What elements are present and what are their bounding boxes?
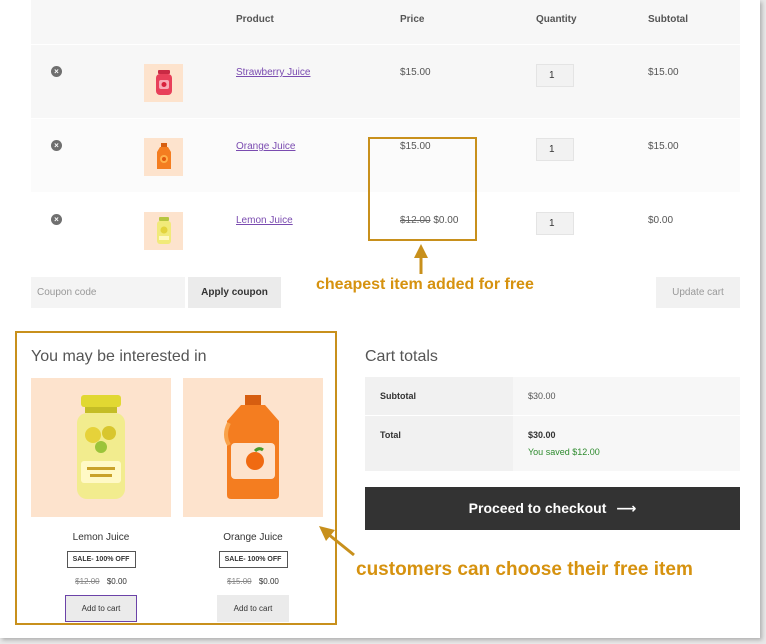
product-name[interactable]: Lemon Juice — [31, 532, 171, 543]
product-image[interactable] — [31, 378, 171, 517]
proceed-to-checkout-button[interactable]: Proceed to checkout ⟶ — [365, 487, 740, 530]
subtotal-label: Subtotal — [365, 377, 513, 415]
product-image[interactable] — [183, 378, 323, 517]
related-products-title: You may be interested in — [31, 348, 207, 365]
sale-price: $0.00 — [106, 577, 127, 586]
orange-juice-jug-icon — [224, 394, 279, 499]
cart-totals-table: Subtotal $30.00 Total $30.00 You saved $… — [365, 377, 740, 472]
arrow-up-icon — [414, 244, 428, 258]
original-price: $15.00 — [227, 577, 252, 586]
arrow-right-icon: ⟶ — [616, 500, 637, 516]
sale-badge: SALE- 100% OFF — [218, 551, 288, 568]
add-to-cart-button[interactable]: Add to cart — [65, 595, 137, 622]
product-price: $12.00 $0.00 — [31, 577, 171, 586]
product-name[interactable]: Orange Juice — [183, 532, 323, 543]
subtotal-row: Subtotal $30.00 — [365, 377, 740, 416]
product-card: Orange Juice SALE- 100% OFF $15.00 $0.00… — [183, 378, 323, 622]
total-row: Total $30.00 You saved $12.00 — [365, 416, 740, 472]
subtotal-value: $30.00 — [528, 391, 556, 401]
annotation-choose-item: customers can choose their free item — [356, 559, 693, 580]
lemon-juice-bottle-icon — [77, 394, 125, 499]
product-card: Lemon Juice SALE- 100% OFF $12.00 $0.00 … — [31, 378, 171, 622]
savings-text: You saved $12.00 — [528, 447, 600, 457]
checkout-label: Proceed to checkout — [468, 500, 607, 516]
total-label: Total — [365, 416, 513, 471]
total-value: $30.00 — [528, 430, 556, 440]
original-price: $12.00 — [75, 577, 100, 586]
annotation-free-item: cheapest item added for free — [316, 276, 534, 293]
cart-page: Product Price Quantity Subtotal × Strawb… — [0, 0, 760, 638]
product-price: $15.00 $0.00 — [183, 577, 323, 586]
add-to-cart-button[interactable]: Add to cart — [217, 595, 289, 622]
sale-price: $0.00 — [258, 577, 279, 586]
cart-totals-title: Cart totals — [365, 348, 438, 365]
sale-badge: SALE- 100% OFF — [66, 551, 136, 568]
